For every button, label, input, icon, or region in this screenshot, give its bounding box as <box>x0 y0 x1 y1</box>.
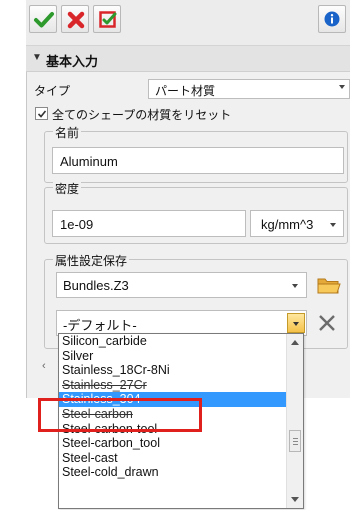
section-title: 基本入力 <box>46 54 99 69</box>
checkmark-icon <box>37 110 47 118</box>
accept-button[interactable] <box>29 5 57 33</box>
dropdown-item[interactable]: Steel-carbon_tool <box>59 436 287 451</box>
type-label: タイプ <box>34 84 71 98</box>
delete-icon[interactable] <box>316 312 338 334</box>
apply-button[interactable] <box>93 5 121 33</box>
density-unit-value: kg/mm^3 <box>261 217 314 232</box>
name-field-value: Aluminum <box>60 154 118 169</box>
apply-icon <box>99 11 117 28</box>
x-icon <box>67 11 85 29</box>
chevron-down-icon <box>330 223 336 227</box>
density-field-value: 1e-09 <box>60 217 94 232</box>
chevron-down-icon <box>339 85 345 89</box>
scroll-up-icon[interactable] <box>291 340 299 345</box>
section-header-basic-input[interactable]: ▼ 基本入力 <box>26 46 350 72</box>
cancel-button[interactable] <box>61 5 89 33</box>
chevron-down-icon <box>292 284 298 288</box>
name-group-title: 名前 <box>53 124 82 141</box>
dropdown-item[interactable]: Silver <box>59 349 287 364</box>
collapsed-panel-edge: ‹ <box>40 350 58 380</box>
density-unit-select[interactable]: kg/mm^3 <box>250 210 344 237</box>
attribute-file-value: Bundles.Z3 <box>63 278 129 293</box>
highlight-annotation <box>38 398 202 432</box>
reset-material-label: 全てのシェープの材質をリセット <box>52 108 232 122</box>
chevron-left-icon[interactable]: ‹ <box>42 360 46 372</box>
info-button[interactable] <box>318 5 346 33</box>
toolbar <box>26 0 350 46</box>
dropdown-item[interactable]: Silicon_carbide <box>59 334 287 349</box>
check-icon <box>34 12 54 28</box>
collapse-triangle-icon[interactable]: ▼ <box>32 52 42 63</box>
folder-icon[interactable] <box>316 274 342 296</box>
dropdown-item[interactable]: Stainless_27Cr <box>59 378 287 393</box>
dropdown-item[interactable]: Stainless_18Cr-8Ni <box>59 363 287 378</box>
reset-material-checkbox[interactable] <box>35 107 48 120</box>
dropdown-item[interactable]: Steel-cast <box>59 451 287 466</box>
scrollbar-thumb[interactable] <box>289 430 301 452</box>
density-field[interactable]: 1e-09 <box>52 210 246 237</box>
name-field[interactable]: Aluminum <box>52 147 344 174</box>
scroll-down-icon[interactable] <box>291 497 299 502</box>
type-select-value: パート材質 <box>155 84 216 98</box>
info-icon <box>324 11 340 27</box>
dropdown-item[interactable]: Steel-cold_drawn <box>59 465 287 480</box>
preset-select-value: -デフォルト- <box>63 318 137 333</box>
attribute-save-group-title: 属性設定保存 <box>53 252 130 269</box>
type-select[interactable]: パート材質 <box>148 79 350 99</box>
density-group-title: 密度 <box>53 180 82 197</box>
dropdown-scrollbar[interactable] <box>286 334 303 508</box>
attribute-file-select[interactable]: Bundles.Z3 <box>56 272 307 298</box>
chevron-down-icon <box>293 322 299 326</box>
preset-dropdown-button[interactable] <box>287 313 305 333</box>
